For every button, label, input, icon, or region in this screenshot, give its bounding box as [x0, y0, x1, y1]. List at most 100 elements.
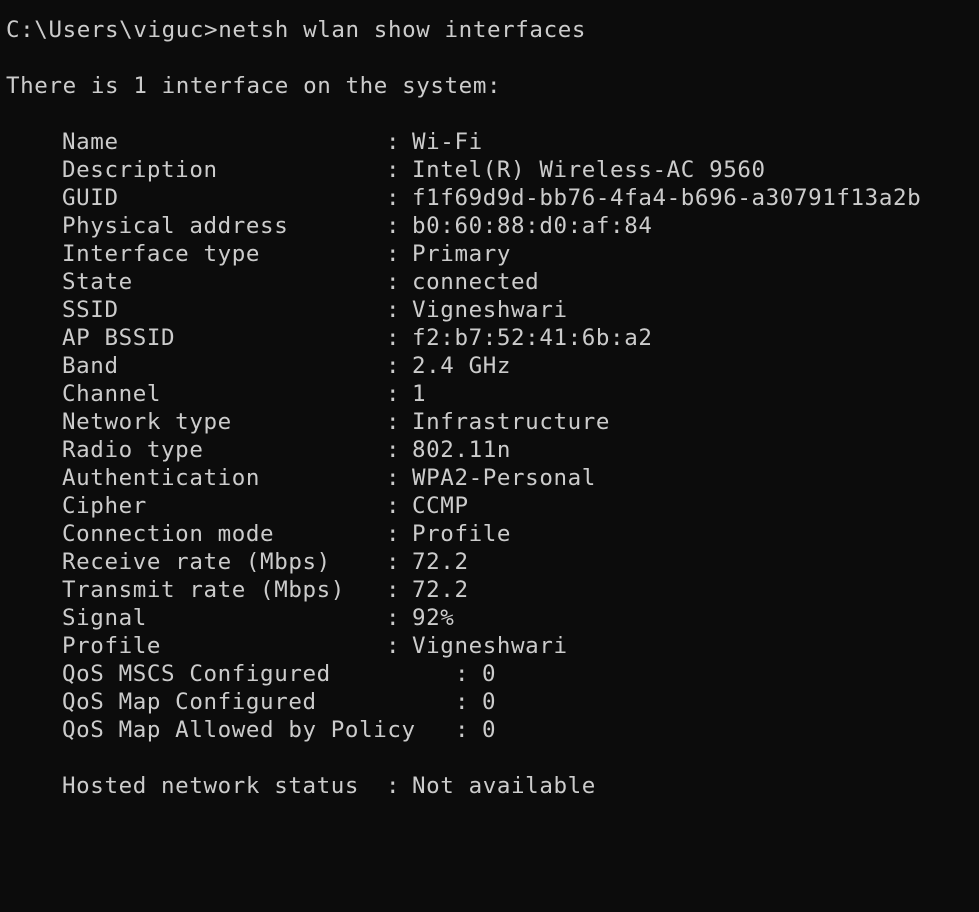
label-band: Band — [62, 353, 119, 379]
row-transmit-rate: Transmit rate (Mbps) : 72.2 — [6, 576, 979, 604]
separator: : — [386, 185, 401, 211]
value-connection-mode: Profile — [412, 521, 512, 547]
row-hosted-network-status: Hosted network status : Not available — [6, 772, 979, 800]
separator: : — [386, 605, 401, 631]
label-description: Description — [62, 157, 218, 183]
separator: : — [386, 437, 401, 463]
command-text: netsh wlan show interfaces — [218, 17, 587, 43]
row-receive-rate: Receive rate (Mbps) : 72.2 — [6, 548, 979, 576]
separator: : — [386, 521, 401, 547]
label-guid: GUID — [62, 185, 119, 211]
separator: : — [386, 157, 401, 183]
label-authentication: Authentication — [62, 465, 261, 491]
terminal-window[interactable]: C:\Users\viguc>netsh wlan show interface… — [0, 0, 979, 805]
row-qos-map-policy: QoS Map Allowed by Policy : 0 — [6, 716, 979, 744]
label-signal: Signal — [62, 605, 147, 631]
separator: : — [386, 129, 401, 155]
label-qos-map-policy: QoS Map Allowed by Policy — [62, 717, 416, 743]
row-name: Name : Wi-Fi — [6, 128, 979, 156]
row-state: State : connected — [6, 268, 979, 296]
value-ap-bssid: f2:b7:52:41:6b:a2 — [412, 325, 653, 351]
separator: : — [386, 241, 401, 267]
value-receive-rate: 72.2 — [412, 549, 469, 575]
label-connection-mode: Connection mode — [62, 521, 275, 547]
separator: : — [386, 381, 401, 407]
value-signal: 92% — [412, 605, 455, 631]
label-channel: Channel — [62, 381, 162, 407]
separator: : — [386, 213, 401, 239]
label-receive-rate: Receive rate (Mbps) — [62, 549, 331, 575]
separator: : — [455, 717, 470, 743]
label-state: State — [62, 269, 133, 295]
separator: : — [386, 465, 401, 491]
value-state: connected — [412, 269, 540, 295]
row-ssid: SSID : Vigneshwari — [6, 296, 979, 324]
row-authentication: Authentication : WPA2-Personal — [6, 464, 979, 492]
separator: : — [386, 577, 401, 603]
label-radio-type: Radio type — [62, 437, 204, 463]
label-ap-bssid: AP BSSID — [62, 325, 176, 351]
value-channel: 1 — [412, 381, 427, 407]
row-connection-mode: Connection mode : Profile — [6, 520, 979, 548]
row-profile: Profile : Vigneshwari — [6, 632, 979, 660]
row-physical-address: Physical address : b0:60:88:d0:af:84 — [6, 212, 979, 240]
label-cipher: Cipher — [62, 493, 147, 519]
label-qos-mscs: QoS MSCS Configured — [62, 661, 331, 687]
label-profile: Profile — [62, 633, 162, 659]
row-network-type: Network type : Infrastructure — [6, 408, 979, 436]
value-interface-type: Primary — [412, 241, 512, 267]
value-radio-type: 802.11n — [412, 437, 512, 463]
separator: : — [386, 773, 401, 799]
value-name: Wi-Fi — [412, 129, 483, 155]
row-description: Description : Intel(R) Wireless-AC 9560 — [6, 156, 979, 184]
label-physical-address: Physical address — [62, 213, 289, 239]
label-network-type: Network type — [62, 409, 232, 435]
row-signal: Signal : 92% — [6, 604, 979, 632]
row-ap-bssid: AP BSSID : f2:b7:52:41:6b:a2 — [6, 324, 979, 352]
row-guid: GUID : f1f69d9d-bb76-4fa4-b696-a30791f13… — [6, 184, 979, 212]
separator: : — [386, 269, 401, 295]
value-ssid: Vigneshwari — [412, 297, 568, 323]
value-band: 2.4 GHz — [412, 353, 512, 379]
label-interface-type: Interface type — [62, 241, 261, 267]
separator: : — [386, 633, 401, 659]
value-cipher: CCMP — [412, 493, 469, 519]
value-guid: f1f69d9d-bb76-4fa4-b696-a30791f13a2b — [412, 185, 922, 211]
row-channel: Channel : 1 — [6, 380, 979, 408]
separator: : — [386, 493, 401, 519]
row-cipher: Cipher : CCMP — [6, 492, 979, 520]
command-line: C:\Users\viguc>netsh wlan show interface… — [6, 16, 979, 44]
value-qos-mscs: 0 — [482, 661, 497, 687]
row-band: Band : 2.4 GHz — [6, 352, 979, 380]
label-hosted-network-status: Hosted network status — [62, 773, 360, 799]
separator: : — [386, 549, 401, 575]
value-network-type: Infrastructure — [412, 409, 611, 435]
label-qos-map: QoS Map Configured — [62, 689, 317, 715]
separator: : — [386, 409, 401, 435]
value-description: Intel(R) Wireless-AC 9560 — [412, 157, 766, 183]
separator: : — [455, 661, 470, 687]
value-physical-address: b0:60:88:d0:af:84 — [412, 213, 653, 239]
value-transmit-rate: 72.2 — [412, 577, 469, 603]
label-ssid: SSID — [62, 297, 119, 323]
row-radio-type: Radio type : 802.11n — [6, 436, 979, 464]
label-transmit-rate: Transmit rate (Mbps) — [62, 577, 345, 603]
row-qos-map: QoS Map Configured : 0 — [6, 688, 979, 716]
separator: : — [386, 297, 401, 323]
value-hosted-network-status: Not available — [412, 773, 596, 799]
row-qos-mscs: QoS MSCS Configured : 0 — [6, 660, 979, 688]
value-qos-map: 0 — [482, 689, 497, 715]
row-interface-type: Interface type : Primary — [6, 240, 979, 268]
separator: : — [386, 325, 401, 351]
prompt: C:\Users\viguc> — [6, 17, 219, 43]
separator: : — [455, 689, 470, 715]
value-qos-map-policy: 0 — [482, 717, 497, 743]
summary-line: There is 1 interface on the system: — [6, 73, 502, 99]
label-name: Name — [62, 129, 119, 155]
value-authentication: WPA2-Personal — [412, 465, 596, 491]
value-profile: Vigneshwari — [412, 633, 568, 659]
separator: : — [386, 353, 401, 379]
